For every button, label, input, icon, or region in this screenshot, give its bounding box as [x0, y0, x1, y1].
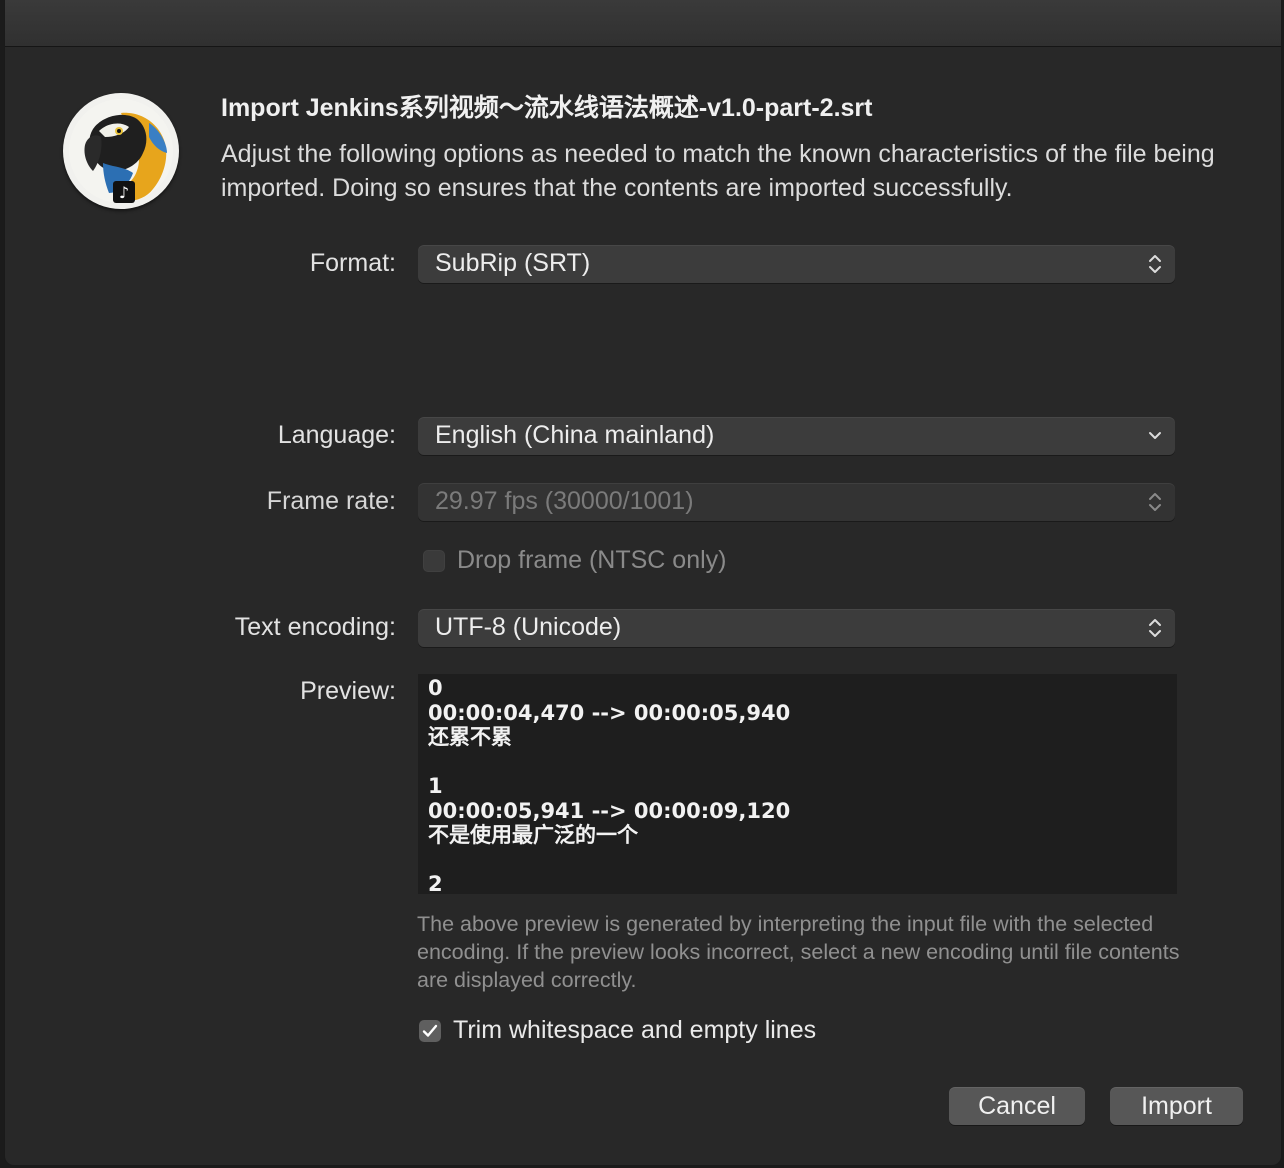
trim-whitespace-checkbox[interactable] — [419, 1020, 441, 1042]
frame-rate-label: Frame rate: — [266, 487, 396, 515]
preview-text-area[interactable]: 0 00:00:04,470 --> 00:00:05,940 还累不累 1 0… — [418, 674, 1177, 894]
format-popup[interactable]: SubRip (SRT) — [418, 245, 1175, 283]
drop-frame-label: Drop frame (NTSC only) — [457, 546, 727, 574]
svg-text:♪: ♪ — [119, 183, 129, 202]
language-value: English (China mainland) — [435, 421, 715, 449]
format-label: Format: — [309, 249, 396, 277]
cancel-button[interactable]: Cancel — [949, 1087, 1085, 1125]
language-popup[interactable]: English (China mainland) — [418, 417, 1175, 455]
window-titlebar — [5, 0, 1281, 47]
checkmark-icon — [422, 1024, 438, 1037]
drop-frame-checkbox — [423, 550, 445, 572]
up-down-chevron-icon — [1149, 255, 1161, 273]
text-encoding-value: UTF-8 (Unicode) — [435, 613, 622, 641]
frame-rate-value: 29.97 fps (30000/1001) — [435, 487, 694, 515]
parrot-music-app-icon: ♪ — [63, 93, 179, 209]
import-dialog: ♪ Import Jenkins系列视频～流水线语法概述-v1.0-part-2… — [4, 0, 1282, 1166]
up-down-chevron-icon — [1149, 493, 1161, 511]
preview-content: 0 00:00:04,470 --> 00:00:05,940 还累不累 1 0… — [428, 676, 791, 894]
language-label: Language: — [277, 421, 396, 449]
frame-rate-popup: 29.97 fps (30000/1001) — [418, 483, 1175, 521]
chevron-down-icon — [1149, 432, 1161, 439]
dialog-title: Import Jenkins系列视频～流水线语法概述-v1.0-part-2.s… — [221, 94, 873, 122]
format-value: SubRip (SRT) — [435, 249, 591, 277]
trim-whitespace-label: Trim whitespace and empty lines — [453, 1016, 817, 1044]
text-encoding-label: Text encoding: — [234, 613, 396, 641]
preview-note: The above preview is generated by interp… — [417, 912, 1180, 992]
preview-label: Preview: — [300, 677, 396, 705]
text-encoding-popup[interactable]: UTF-8 (Unicode) — [418, 609, 1175, 647]
dialog-description: Adjust the following options as needed t… — [221, 140, 1215, 202]
import-button[interactable]: Import — [1110, 1087, 1243, 1125]
up-down-chevron-icon — [1149, 619, 1161, 637]
